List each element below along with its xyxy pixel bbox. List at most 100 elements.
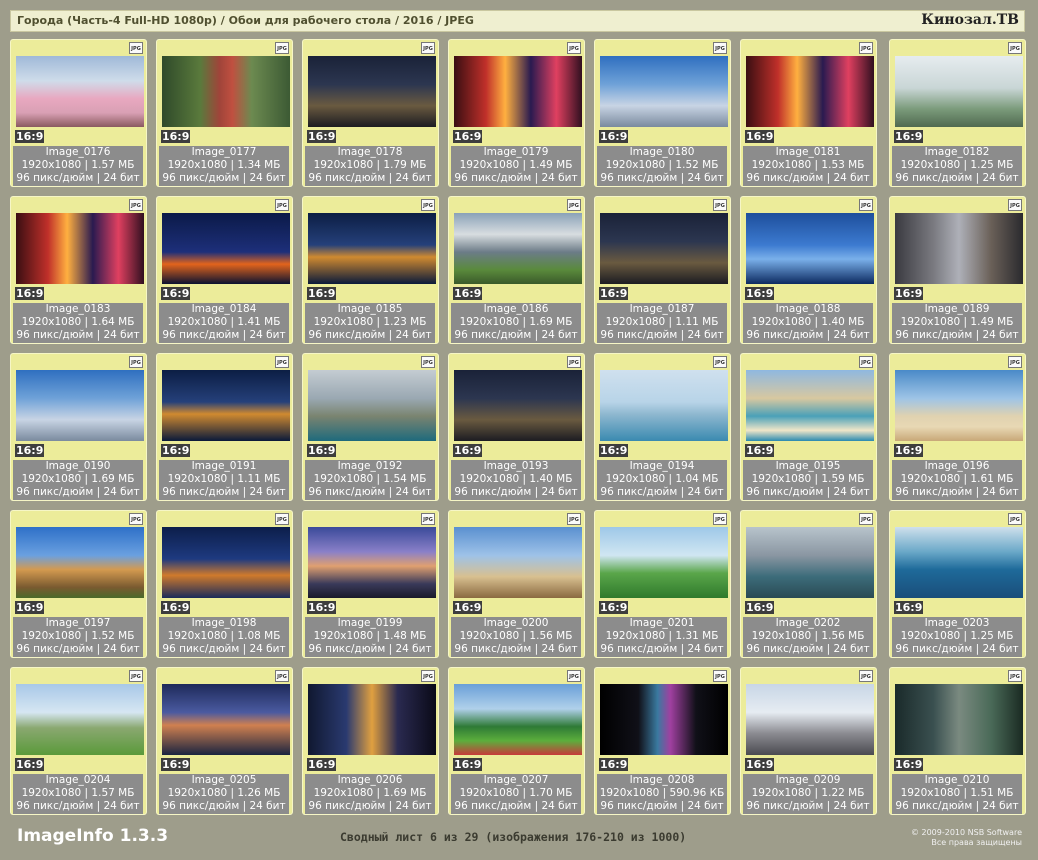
image-name: Image_0184	[191, 303, 257, 315]
thumbnail-image[interactable]	[308, 56, 436, 127]
thumbnail-image[interactable]	[308, 213, 436, 284]
thumbnail-card[interactable]: JPG 16:9 Image_0199 1920x1080 | 1.48 МБ 96 п…	[302, 510, 439, 658]
thumbnail-image[interactable]	[454, 213, 582, 284]
aspect-ratio-badge: 16:9	[453, 287, 483, 300]
thumbnail-image[interactable]	[162, 527, 290, 598]
image-dimensions: 1920x1080 | 1.53 МБ	[751, 159, 865, 171]
aspect-ratio-badge: 16:9	[307, 287, 337, 300]
thumbnail-image[interactable]	[600, 370, 728, 441]
thumbnail-card[interactable]: JPG 16:9 Image_0176 1920x1080 | 1.57 МБ 96 п…	[10, 39, 147, 187]
copyright-line: © 2009-2010 NSB Software	[910, 828, 1022, 837]
thumbnail-image[interactable]	[162, 370, 290, 441]
thumbnail-image[interactable]	[308, 370, 436, 441]
thumbnail-card[interactable]: JPG 16:9 Image_0190 1920x1080 | 1.69 МБ 96 п…	[10, 353, 147, 501]
thumbnail-image[interactable]	[895, 56, 1023, 127]
image-name: Image_0196	[924, 460, 990, 472]
thumbnail-card[interactable]: JPG 16:9 Image_0204 1920x1080 | 1.57 МБ 96 п…	[10, 667, 147, 815]
thumbnail-image[interactable]	[454, 527, 582, 598]
thumbnail-card[interactable]: JPG 16:9 Image_0191 1920x1080 | 1.11 МБ 96 п…	[156, 353, 293, 501]
image-name: Image_0180	[629, 146, 695, 158]
aspect-ratio-badge: 16:9	[599, 601, 629, 614]
thumbnail-image[interactable]	[454, 684, 582, 755]
image-name: Image_0198	[191, 617, 257, 629]
jpg-file-icon: JPG	[275, 356, 289, 368]
thumbnail-card[interactable]: JPG 16:9 Image_0205 1920x1080 | 1.26 МБ 96 п…	[156, 667, 293, 815]
thumbnail-card[interactable]: JPG 16:9 Image_0186 1920x1080 | 1.69 МБ 96 п…	[448, 196, 585, 344]
thumbnail-card[interactable]: JPG 16:9 Image_0200 1920x1080 | 1.56 МБ 96 п…	[448, 510, 585, 658]
thumbnail-image[interactable]	[454, 56, 582, 127]
thumbnail-image[interactable]	[746, 213, 874, 284]
thumbnail-image[interactable]	[600, 684, 728, 755]
jpg-file-icon: JPG	[1008, 356, 1022, 368]
image-info: Image_0191 1920x1080 | 1.11 МБ 96 пикс/дюй…	[159, 460, 289, 500]
thumbnail-card[interactable]: JPG 16:9 Image_0194 1920x1080 | 1.04 МБ 96 п…	[594, 353, 731, 501]
thumbnail-card[interactable]: JPG 16:9 Image_0184 1920x1080 | 1.41 МБ 96 п…	[156, 196, 293, 344]
thumbnail-image[interactable]	[162, 213, 290, 284]
thumbnail-image[interactable]	[600, 527, 728, 598]
thumbnail-card[interactable]: JPG 16:9 Image_0185 1920x1080 | 1.23 МБ 96 п…	[302, 196, 439, 344]
image-meta: 96 пикс/дюйм | 24 бит	[308, 486, 432, 498]
image-name: Image_0182	[924, 146, 990, 158]
thumbnail-card[interactable]: JPG 16:9 Image_0182 1920x1080 | 1.25 МБ 96 п…	[889, 39, 1026, 187]
thumbnail-card[interactable]: JPG 16:9 Image_0187 1920x1080 | 1.11 МБ 96 п…	[594, 196, 731, 344]
image-dimensions: 1920x1080 | 1.52 МБ	[21, 630, 135, 642]
thumbnail-card[interactable]: JPG 16:9 Image_0189 1920x1080 | 1.49 МБ 96 п…	[889, 196, 1026, 344]
thumbnail-card[interactable]: JPG 16:9 Image_0181 1920x1080 | 1.53 МБ 96 п…	[740, 39, 877, 187]
jpg-file-icon: JPG	[129, 670, 143, 682]
thumbnail-image[interactable]	[454, 370, 582, 441]
image-info: Image_0202 1920x1080 | 1.56 МБ 96 пикс/дюй…	[743, 617, 873, 657]
thumbnail-card[interactable]: JPG 16:9 Image_0180 1920x1080 | 1.52 МБ 96 п…	[594, 39, 731, 187]
thumbnail-card[interactable]: JPG 16:9 Image_0183 1920x1080 | 1.64 МБ 96 п…	[10, 196, 147, 344]
thumbnail-image[interactable]	[16, 684, 144, 755]
thumbnail-image[interactable]	[308, 684, 436, 755]
thumbnail-image[interactable]	[600, 56, 728, 127]
aspect-ratio-badge: 16:9	[599, 287, 629, 300]
page-title: Города (Часть-4 Full-HD 1080p) / Обои дл…	[17, 14, 474, 27]
thumbnail-image[interactable]	[746, 527, 874, 598]
thumbnail-card[interactable]: JPG 16:9 Image_0208 1920x1080 | 590.96 КБ 96…	[594, 667, 731, 815]
thumbnail-card[interactable]: JPG 16:9 Image_0202 1920x1080 | 1.56 МБ 96 п…	[740, 510, 877, 658]
aspect-ratio-badge: 16:9	[745, 287, 775, 300]
image-meta: 96 пикс/дюйм | 24 бит	[746, 172, 870, 184]
thumbnail-card[interactable]: JPG 16:9 Image_0196 1920x1080 | 1.61 МБ 96 п…	[889, 353, 1026, 501]
thumbnail-card[interactable]: JPG 16:9 Image_0206 1920x1080 | 1.69 МБ 96 п…	[302, 667, 439, 815]
image-dimensions: 1920x1080 | 1.22 МБ	[751, 787, 865, 799]
jpg-file-icon: JPG	[1008, 670, 1022, 682]
thumbnail-card[interactable]: JPG 16:9 Image_0178 1920x1080 | 1.79 МБ 96 п…	[302, 39, 439, 187]
thumbnail-image[interactable]	[162, 56, 290, 127]
image-meta: 96 пикс/дюйм | 24 бит	[308, 172, 432, 184]
thumbnail-image[interactable]	[16, 56, 144, 127]
jpg-file-icon: JPG	[567, 356, 581, 368]
image-meta: 96 пикс/дюйм | 24 бит	[600, 172, 724, 184]
thumbnail-card[interactable]: JPG 16:9 Image_0188 1920x1080 | 1.40 МБ 96 п…	[740, 196, 877, 344]
thumbnail-card[interactable]: JPG 16:9 Image_0198 1920x1080 | 1.08 МБ 96 п…	[156, 510, 293, 658]
thumbnail-image[interactable]	[895, 527, 1023, 598]
thumbnail-image[interactable]	[895, 370, 1023, 441]
thumbnail-card[interactable]: JPG 16:9 Image_0207 1920x1080 | 1.70 МБ 96 п…	[448, 667, 585, 815]
thumbnail-card[interactable]: JPG 16:9 Image_0203 1920x1080 | 1.25 МБ 96 п…	[889, 510, 1026, 658]
thumbnail-image[interactable]	[16, 527, 144, 598]
thumbnail-image[interactable]	[16, 370, 144, 441]
image-dimensions: 1920x1080 | 1.52 МБ	[605, 159, 719, 171]
thumbnail-image[interactable]	[895, 213, 1023, 284]
thumbnail-card[interactable]: JPG 16:9 Image_0209 1920x1080 | 1.22 МБ 96 п…	[740, 667, 877, 815]
thumbnail-image[interactable]	[600, 213, 728, 284]
image-meta: 96 пикс/дюйм | 24 бит	[308, 800, 432, 812]
image-name: Image_0193	[483, 460, 549, 472]
thumbnail-image[interactable]	[895, 684, 1023, 755]
thumbnail-image[interactable]	[746, 684, 874, 755]
thumbnail-image[interactable]	[746, 370, 874, 441]
thumbnail-card[interactable]: JPG 16:9 Image_0179 1920x1080 | 1.49 МБ 96 п…	[448, 39, 585, 187]
thumbnail-card[interactable]: JPG 16:9 Image_0192 1920x1080 | 1.54 МБ 96 п…	[302, 353, 439, 501]
thumbnail-image[interactable]	[16, 213, 144, 284]
thumbnail-image[interactable]	[746, 56, 874, 127]
thumbnail-card[interactable]: JPG 16:9 Image_0210 1920x1080 | 1.51 МБ 96 п…	[889, 667, 1026, 815]
thumbnail-card[interactable]: JPG 16:9 Image_0197 1920x1080 | 1.52 МБ 96 п…	[10, 510, 147, 658]
thumbnail-card[interactable]: JPG 16:9 Image_0201 1920x1080 | 1.31 МБ 96 п…	[594, 510, 731, 658]
thumbnail-card[interactable]: JPG 16:9 Image_0193 1920x1080 | 1.40 МБ 96 п…	[448, 353, 585, 501]
thumbnail-image[interactable]	[162, 684, 290, 755]
thumbnail-card[interactable]: JPG 16:9 Image_0195 1920x1080 | 1.59 МБ 96 п…	[740, 353, 877, 501]
thumbnail-image[interactable]	[308, 527, 436, 598]
aspect-ratio-badge: 16:9	[15, 130, 45, 143]
thumbnail-card[interactable]: JPG 16:9 Image_0177 1920x1080 | 1.34 МБ 96 п…	[156, 39, 293, 187]
